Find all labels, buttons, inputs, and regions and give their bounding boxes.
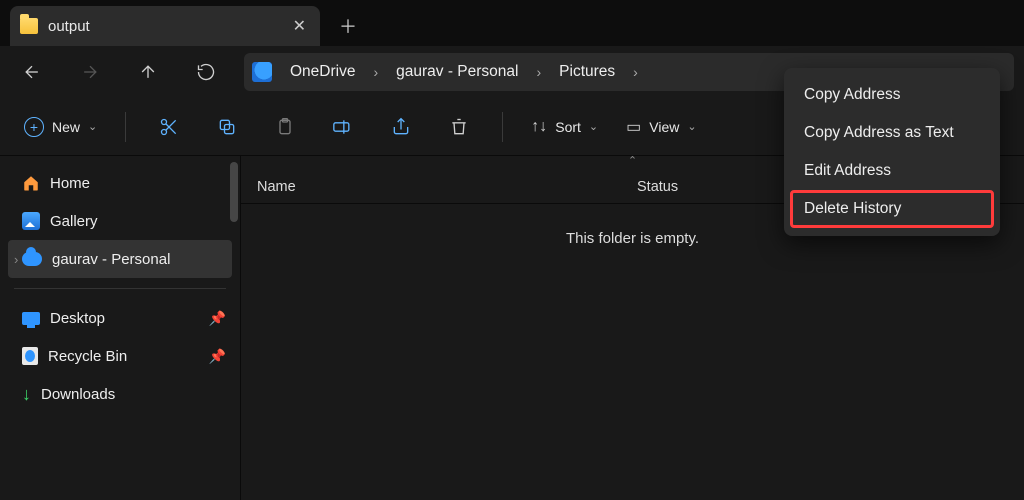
new-button[interactable]: + New ⌄: [14, 109, 107, 145]
sidebar-label: gaurav - Personal: [52, 251, 170, 268]
sidebar-item-gallery[interactable]: Gallery: [0, 202, 240, 240]
tab-title: output: [48, 18, 283, 35]
address-bar-context-menu: Copy Address Copy Address as Text Edit A…: [784, 68, 1000, 236]
breadcrumb-seg-1[interactable]: gaurav - Personal: [386, 63, 528, 81]
forward-button[interactable]: [64, 52, 116, 92]
pin-icon[interactable]: 📌: [209, 310, 226, 327]
home-icon: [22, 174, 40, 192]
chevron-down-icon: ⌄: [589, 120, 598, 133]
chevron-right-icon[interactable]: ›: [14, 252, 18, 267]
delete-button[interactable]: [434, 108, 484, 146]
breadcrumb-seg-2[interactable]: Pictures: [549, 63, 625, 81]
close-tab-icon[interactable]: ✕: [293, 16, 306, 36]
sidebar-label: Downloads: [41, 386, 115, 403]
back-button[interactable]: [6, 52, 58, 92]
trash-icon: [449, 117, 469, 137]
separator: [14, 288, 226, 289]
onedrive-icon: [22, 252, 42, 266]
refresh-icon: [196, 62, 216, 82]
download-icon: ↓: [22, 384, 31, 405]
arrow-left-icon: [22, 62, 42, 82]
chevron-right-icon[interactable]: ›: [629, 64, 642, 80]
sort-icon: ↑↓: [531, 118, 547, 136]
separator: [502, 112, 503, 142]
new-tab-button[interactable]: ＋: [328, 6, 368, 46]
rename-button[interactable]: [318, 108, 368, 146]
title-bar: output ✕ ＋: [0, 0, 1024, 46]
recycle-bin-icon: [22, 347, 38, 365]
share-button[interactable]: [376, 108, 426, 146]
sort-button[interactable]: ↑↓ Sort ⌄: [521, 109, 608, 145]
sidebar-item-desktop[interactable]: Desktop 📌: [0, 299, 240, 337]
arrow-right-icon: [80, 62, 100, 82]
scissors-icon: [159, 117, 179, 137]
desktop-icon: [22, 312, 40, 325]
clipboard-icon: [275, 117, 295, 137]
view-button[interactable]: ▭ View ⌄: [616, 109, 706, 145]
sidebar-label: Gallery: [50, 213, 98, 230]
sidebar-item-recycle-bin[interactable]: Recycle Bin 📌: [0, 337, 240, 375]
sort-label: Sort: [555, 119, 581, 135]
up-button[interactable]: [122, 52, 174, 92]
rename-icon: [332, 117, 354, 137]
new-label: New: [52, 119, 80, 135]
sidebar-item-home[interactable]: Home: [0, 164, 240, 202]
sidebar-label: Desktop: [50, 310, 105, 327]
plus-circle-icon: +: [24, 117, 44, 137]
chevron-right-icon[interactable]: ›: [532, 64, 545, 80]
pin-icon[interactable]: 📌: [209, 348, 226, 365]
sidebar-item-personal[interactable]: › gaurav - Personal: [8, 240, 232, 278]
chevron-down-icon: ⌄: [687, 120, 696, 133]
breadcrumb-seg-0[interactable]: OneDrive: [280, 63, 365, 81]
copy-icon: [217, 117, 237, 137]
refresh-button[interactable]: [180, 52, 232, 92]
chevron-down-icon: ⌄: [88, 120, 97, 133]
onedrive-icon: [252, 62, 272, 82]
ctx-delete-history[interactable]: Delete History: [790, 190, 994, 228]
ctx-copy-address[interactable]: Copy Address: [790, 76, 994, 114]
separator: [125, 112, 126, 142]
ctx-edit-address[interactable]: Edit Address: [790, 152, 994, 190]
column-status[interactable]: Status: [621, 179, 801, 195]
paste-button[interactable]: [260, 108, 310, 146]
view-icon: ▭: [626, 117, 641, 137]
share-icon: [391, 117, 411, 137]
folder-icon: [20, 18, 38, 34]
sidebar-label: Home: [50, 175, 90, 192]
cut-button[interactable]: [144, 108, 194, 146]
copy-button[interactable]: [202, 108, 252, 146]
arrow-up-icon: [138, 62, 158, 82]
sidebar-label: Recycle Bin: [48, 348, 127, 365]
sidebar: Home Gallery › gaurav - Personal Desktop…: [0, 156, 240, 500]
ctx-copy-address-text[interactable]: Copy Address as Text: [790, 114, 994, 152]
chevron-right-icon[interactable]: ›: [369, 64, 382, 80]
view-label: View: [649, 119, 679, 135]
sidebar-item-downloads[interactable]: ↓ Downloads: [0, 375, 240, 413]
column-name[interactable]: Name: [241, 179, 621, 195]
gallery-icon: [22, 212, 40, 230]
tab-current[interactable]: output ✕: [10, 6, 320, 46]
